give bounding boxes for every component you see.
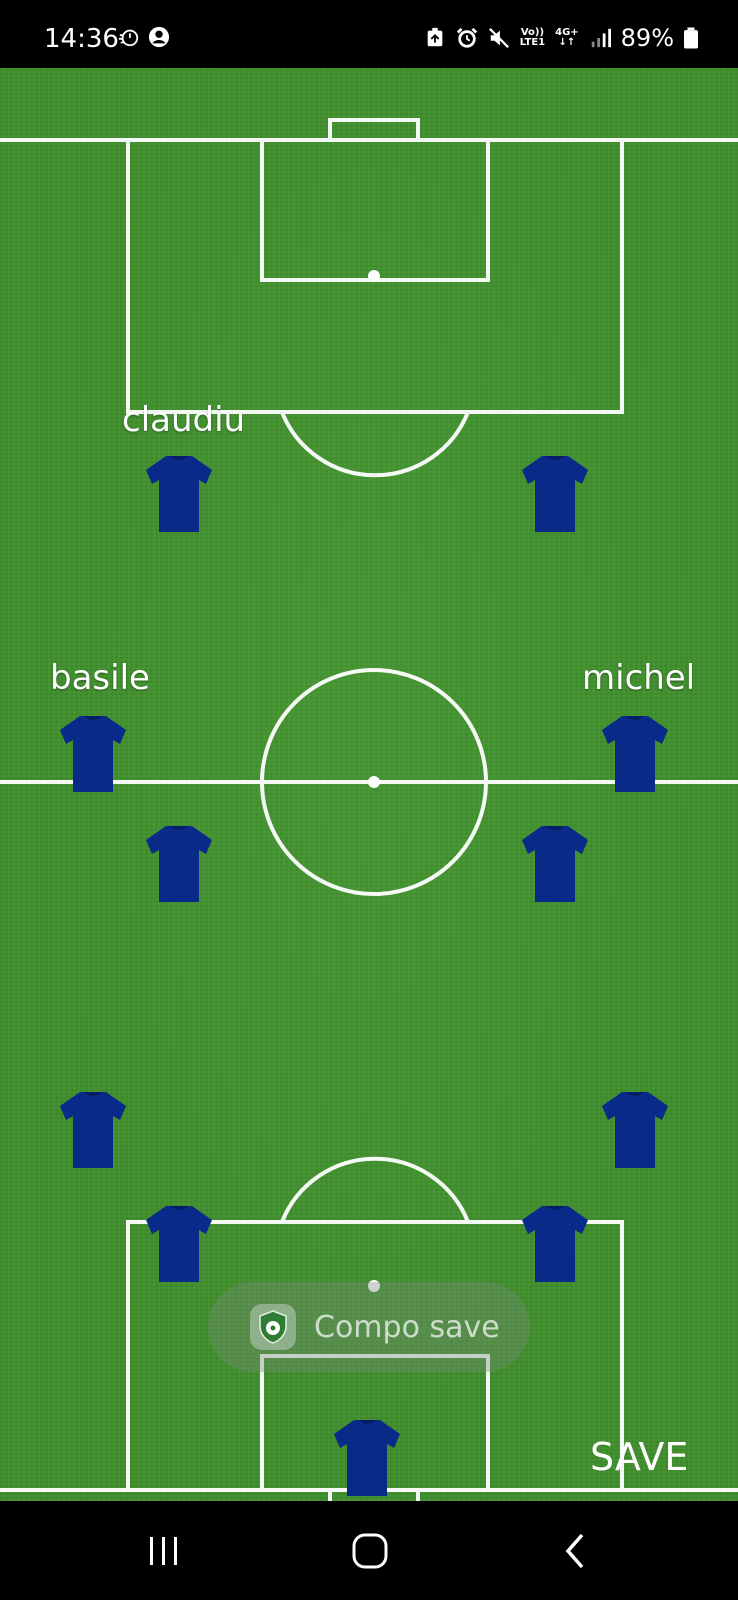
player-jersey[interactable] [144, 454, 214, 534]
volte-icon: Vo)) LTE1 [519, 27, 546, 48]
player-jersey[interactable] [600, 1090, 670, 1170]
toast-message: Compo save [208, 1282, 530, 1372]
jersey-icon [334, 1420, 400, 1496]
player-jersey[interactable] [58, 714, 128, 794]
back-icon[interactable] [556, 1531, 596, 1571]
jersey-icon [146, 826, 212, 902]
jersey-icon [522, 456, 588, 532]
account-circle-icon [148, 26, 170, 48]
player-jersey[interactable] [58, 1090, 128, 1170]
player-name-label: claudiu [122, 400, 246, 440]
mute-icon [488, 28, 509, 48]
jersey-icon [146, 1206, 212, 1282]
4g-icon: 4G+ ↓↑ [555, 27, 579, 48]
player-jersey[interactable] [600, 714, 670, 794]
player-jersey[interactable] [144, 824, 214, 904]
jersey-icon [522, 826, 588, 902]
jersey-icon [60, 716, 126, 792]
navigation-bar [0, 1501, 738, 1600]
battery-percent: 89% [620, 24, 674, 52]
jersey-icon [602, 1092, 668, 1168]
recent-apps-icon[interactable] [144, 1531, 184, 1571]
toast-text: Compo save [314, 1309, 500, 1345]
player-jersey[interactable] [520, 454, 590, 534]
status-right-icons: Vo)) LTE1 4G+ ↓↑ 89% [424, 24, 698, 52]
stopwatch-icon [118, 29, 139, 47]
goalkeeper-jersey[interactable] [332, 1418, 402, 1498]
player-name-label: basile [50, 658, 150, 698]
status-bar: 14:36 Vo)) LTE1 4G+ ↓↑ 89% [0, 0, 738, 68]
jersey-icon [522, 1206, 588, 1282]
status-time: 14:36 [44, 24, 119, 54]
status-left-icons [118, 26, 170, 48]
player-jersey[interactable] [520, 824, 590, 904]
backup-icon [427, 27, 443, 47]
home-icon[interactable] [350, 1531, 390, 1571]
jersey-icon [602, 716, 668, 792]
battery-icon [684, 27, 698, 49]
jersey-icon [60, 1092, 126, 1168]
signal-icon [591, 28, 611, 48]
app-shield-icon [250, 1304, 296, 1350]
save-button[interactable]: SAVE [590, 1435, 688, 1479]
player-name-label: michel [582, 658, 696, 698]
player-jersey[interactable] [144, 1204, 214, 1284]
jersey-icon [146, 456, 212, 532]
alarm-icon [456, 27, 477, 48]
player-jersey[interactable] [520, 1204, 590, 1284]
